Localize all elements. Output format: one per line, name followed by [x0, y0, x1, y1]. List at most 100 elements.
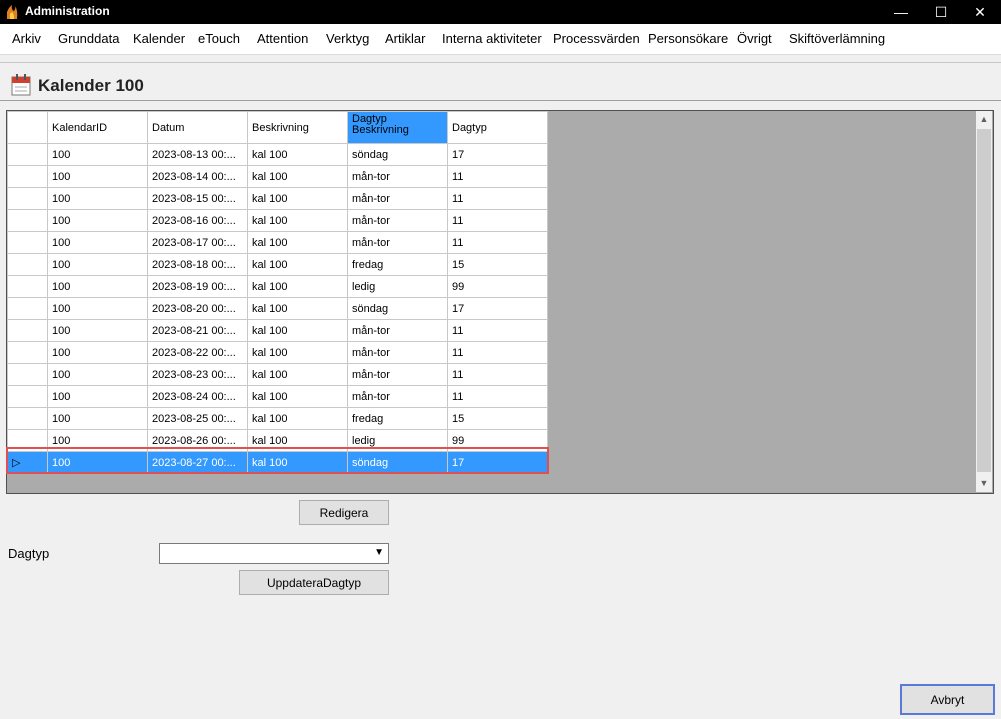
cell-kalendarid[interactable]: 100	[47, 451, 148, 474]
menu-kalender[interactable]: Kalender	[133, 31, 185, 46]
cell-dagtyp-beskrivning[interactable]: mån-tor	[347, 319, 448, 342]
row-header[interactable]	[7, 297, 48, 320]
row-header[interactable]	[7, 231, 48, 254]
cell-datum[interactable]: 2023-08-26 00:...	[147, 429, 248, 452]
cell-dagtyp[interactable]: 15	[447, 407, 548, 430]
cell-dagtyp[interactable]: 99	[447, 275, 548, 298]
cell-beskrivning[interactable]: kal 100	[247, 363, 348, 386]
cell-datum[interactable]: 2023-08-22 00:...	[147, 341, 248, 364]
cell-beskrivning[interactable]: kal 100	[247, 319, 348, 342]
cell-datum[interactable]: 2023-08-23 00:...	[147, 363, 248, 386]
scroll-down-icon[interactable]: ▼	[976, 475, 992, 491]
column-header-kalendarid[interactable]: KalendarID	[47, 111, 148, 144]
cell-beskrivning[interactable]: kal 100	[247, 385, 348, 408]
cell-beskrivning[interactable]: kal 100	[247, 429, 348, 452]
cell-beskrivning[interactable]: kal 100	[247, 341, 348, 364]
cell-datum[interactable]: 2023-08-27 00:...	[147, 451, 248, 474]
scroll-thumb[interactable]	[977, 129, 991, 472]
dagtyp-select[interactable]: ▼	[159, 543, 389, 564]
table-row[interactable]: 100 2023-08-16 00:... kal 100 mån-tor 11	[7, 209, 548, 232]
cell-dagtyp[interactable]: 11	[447, 209, 548, 232]
vertical-scrollbar[interactable]: ▲ ▼	[976, 111, 992, 492]
table-row[interactable]: 100 2023-08-24 00:... kal 100 mån-tor 11	[7, 385, 548, 408]
cell-datum[interactable]: 2023-08-14 00:...	[147, 165, 248, 188]
cell-kalendarid[interactable]: 100	[47, 165, 148, 188]
cell-dagtyp-beskrivning[interactable]: mån-tor	[347, 209, 448, 232]
cell-kalendarid[interactable]: 100	[47, 363, 148, 386]
cell-datum[interactable]: 2023-08-25 00:...	[147, 407, 248, 430]
table-row[interactable]: 100 2023-08-17 00:... kal 100 mån-tor 11	[7, 231, 548, 254]
column-header-datum[interactable]: Datum	[147, 111, 248, 144]
cell-dagtyp-beskrivning[interactable]: mån-tor	[347, 231, 448, 254]
cell-datum[interactable]: 2023-08-17 00:...	[147, 231, 248, 254]
table-row[interactable]: 100 2023-08-22 00:... kal 100 mån-tor 11	[7, 341, 548, 364]
cell-dagtyp[interactable]: 17	[447, 297, 548, 320]
cell-dagtyp[interactable]: 11	[447, 231, 548, 254]
redigera-button[interactable]: Redigera	[299, 500, 389, 525]
avbryt-button[interactable]: Avbryt	[900, 684, 995, 715]
cell-beskrivning[interactable]: kal 100	[247, 165, 348, 188]
menu-etouch[interactable]: eTouch	[198, 31, 240, 46]
cell-beskrivning[interactable]: kal 100	[247, 451, 348, 474]
cell-dagtyp-beskrivning[interactable]: mån-tor	[347, 363, 448, 386]
table-row[interactable]: 100 2023-08-23 00:... kal 100 mån-tor 11	[7, 363, 548, 386]
cell-datum[interactable]: 2023-08-24 00:...	[147, 385, 248, 408]
cell-beskrivning[interactable]: kal 100	[247, 143, 348, 166]
cell-dagtyp-beskrivning[interactable]: ledig	[347, 429, 448, 452]
cell-beskrivning[interactable]: kal 100	[247, 297, 348, 320]
cell-dagtyp-beskrivning[interactable]: fredag	[347, 407, 448, 430]
column-header-dagtyp[interactable]: Dagtyp	[447, 111, 548, 144]
column-header-beskrivning[interactable]: Beskrivning	[247, 111, 348, 144]
cell-datum[interactable]: 2023-08-19 00:...	[147, 275, 248, 298]
close-icon[interactable]: ✕	[957, 0, 1001, 24]
cell-beskrivning[interactable]: kal 100	[247, 231, 348, 254]
uppdatera-dagtyp-button[interactable]: UppdateraDagtyp	[239, 570, 389, 595]
cell-kalendarid[interactable]: 100	[47, 231, 148, 254]
cell-datum[interactable]: 2023-08-16 00:...	[147, 209, 248, 232]
menu-verktyg[interactable]: Verktyg	[326, 31, 369, 46]
cell-beskrivning[interactable]: kal 100	[247, 275, 348, 298]
menu-artiklar[interactable]: Artiklar	[385, 31, 425, 46]
cell-beskrivning[interactable]: kal 100	[247, 209, 348, 232]
cell-kalendarid[interactable]: 100	[47, 275, 148, 298]
cell-kalendarid[interactable]: 100	[47, 253, 148, 276]
table-row[interactable]: 100 2023-08-25 00:... kal 100 fredag 15	[7, 407, 548, 430]
cell-dagtyp-beskrivning[interactable]: mån-tor	[347, 187, 448, 210]
row-header[interactable]	[7, 407, 48, 430]
table-row[interactable]: 100 2023-08-20 00:... kal 100 söndag 17	[7, 297, 548, 320]
cell-kalendarid[interactable]: 100	[47, 187, 148, 210]
menu-grunddata[interactable]: Grunddata	[58, 31, 119, 46]
row-header[interactable]	[7, 275, 48, 298]
cell-datum[interactable]: 2023-08-15 00:...	[147, 187, 248, 210]
cell-datum[interactable]: 2023-08-21 00:...	[147, 319, 248, 342]
menu-processvarden[interactable]: Processvärden	[553, 31, 640, 46]
scroll-up-icon[interactable]: ▲	[976, 111, 992, 127]
table-row[interactable]: 100 2023-08-14 00:... kal 100 mån-tor 11	[7, 165, 548, 188]
cell-dagtyp-beskrivning[interactable]: söndag	[347, 143, 448, 166]
menu-interna-aktiviteter[interactable]: Interna aktiviteter	[442, 31, 542, 46]
row-header[interactable]	[7, 341, 48, 364]
row-header[interactable]	[7, 363, 48, 386]
cell-dagtyp-beskrivning[interactable]: mån-tor	[347, 341, 448, 364]
cell-kalendarid[interactable]: 100	[47, 143, 148, 166]
menu-arkiv[interactable]: Arkiv	[12, 31, 41, 46]
row-header[interactable]: ▷	[7, 451, 48, 474]
row-header[interactable]	[7, 385, 48, 408]
cell-dagtyp[interactable]: 11	[447, 341, 548, 364]
cell-dagtyp[interactable]: 17	[447, 451, 548, 474]
cell-dagtyp[interactable]: 11	[447, 363, 548, 386]
row-header[interactable]	[7, 165, 48, 188]
table-row[interactable]: 100 2023-08-18 00:... kal 100 fredag 15	[7, 253, 548, 276]
table-row[interactable]: 100 2023-08-19 00:... kal 100 ledig 99	[7, 275, 548, 298]
cell-kalendarid[interactable]: 100	[47, 341, 148, 364]
table-row[interactable]: 100 2023-08-26 00:... kal 100 ledig 99	[7, 429, 548, 452]
row-header[interactable]	[7, 253, 48, 276]
cell-dagtyp[interactable]: 11	[447, 187, 548, 210]
cell-dagtyp-beskrivning[interactable]: ledig	[347, 275, 448, 298]
cell-dagtyp[interactable]: 17	[447, 143, 548, 166]
cell-datum[interactable]: 2023-08-18 00:...	[147, 253, 248, 276]
cell-dagtyp-beskrivning[interactable]: söndag	[347, 297, 448, 320]
cell-datum[interactable]: 2023-08-20 00:...	[147, 297, 248, 320]
cell-beskrivning[interactable]: kal 100	[247, 253, 348, 276]
table-row[interactable]: ▷ 100 2023-08-27 00:... kal 100 söndag 17	[7, 451, 548, 474]
